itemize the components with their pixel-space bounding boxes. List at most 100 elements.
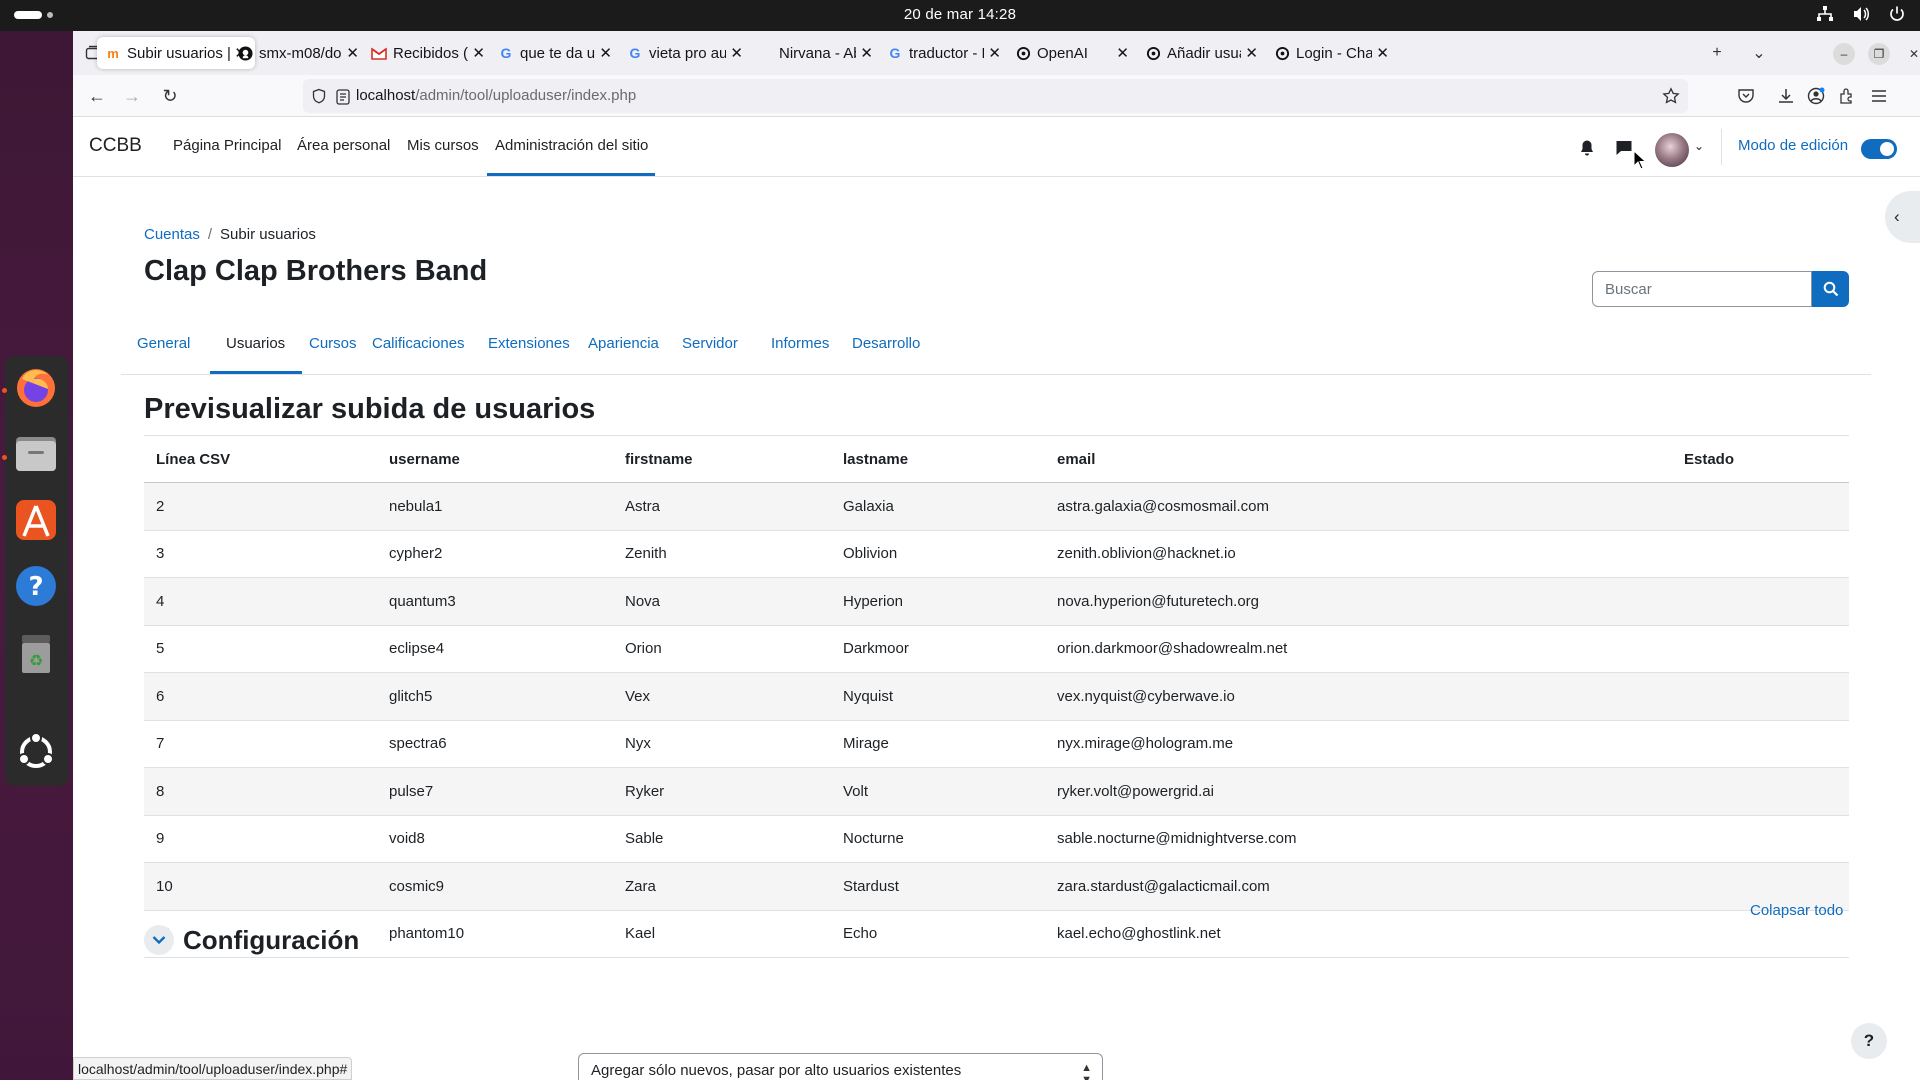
help-icon[interactable]: ? bbox=[14, 564, 58, 608]
tab-cursos[interactable]: Cursos bbox=[309, 335, 357, 352]
page-title: Clap Clap Brothers Band bbox=[144, 255, 488, 287]
cell-email: zenith.oblivion@hacknet.io bbox=[1045, 530, 1672, 578]
table-row: 4 quantum3 Nova Hyperion nova.hyperion@futur… bbox=[144, 577, 1849, 626]
tab-general[interactable]: General bbox=[137, 335, 190, 352]
user-avatar[interactable] bbox=[1655, 133, 1689, 167]
hamburger-menu-icon[interactable] bbox=[1870, 87, 1888, 105]
edit-mode-toggle[interactable] bbox=[1861, 139, 1897, 159]
tab-apariencia[interactable]: Apariencia bbox=[588, 335, 659, 352]
system-clock[interactable]: 20 de mar 14:28 bbox=[0, 6, 1920, 23]
site-brand[interactable]: CCBB bbox=[89, 135, 142, 157]
tab-calificaciones[interactable]: Calificaciones bbox=[372, 335, 465, 352]
tab-title: que te da un a f bbox=[520, 44, 596, 62]
reload-button[interactable]: ↻ bbox=[159, 85, 181, 107]
blank-favicon-icon bbox=[757, 45, 773, 61]
cell-email: ryker.volt@powergrid.ai bbox=[1045, 767, 1672, 816]
browser-tab[interactable]: Nirvana - About✕ bbox=[749, 37, 881, 69]
new-tab-button[interactable]: + bbox=[1707, 43, 1727, 63]
admin-search-input[interactable] bbox=[1592, 271, 1812, 307]
svg-text:?: ? bbox=[28, 572, 43, 602]
cell-lastname: Echo bbox=[831, 910, 1045, 958]
maximize-button[interactable]: ❐ bbox=[1868, 43, 1890, 65]
page-info-icon[interactable] bbox=[336, 89, 350, 105]
browser-tab[interactable]: OpenAI ✕ bbox=[1007, 37, 1137, 69]
upload-type-select[interactable]: Agregar sólo nuevos, pasar por alto usua… bbox=[578, 1053, 1103, 1080]
browser-tab[interactable]: Gvieta pro auricu✕ bbox=[619, 37, 751, 69]
google-icon: G bbox=[889, 45, 901, 61]
tab-informes[interactable]: Informes bbox=[771, 335, 829, 352]
power-icon[interactable] bbox=[1888, 5, 1906, 23]
nav-mis-cursos[interactable]: Mis cursos bbox=[407, 137, 479, 154]
close-tab-icon[interactable]: ✕ bbox=[1376, 44, 1389, 62]
cell-estado bbox=[1672, 625, 1849, 673]
close-tab-icon[interactable]: ✕ bbox=[988, 44, 1001, 62]
tab-extensiones[interactable]: Extensiones bbox=[488, 335, 570, 352]
app-center-icon[interactable] bbox=[14, 498, 58, 542]
tab-servidor[interactable]: Servidor bbox=[682, 335, 738, 352]
tab-title: traductor - Bus bbox=[909, 44, 984, 62]
upload-preview-table: Línea CSV username firstname lastname em… bbox=[144, 435, 1849, 958]
close-tab-icon[interactable]: ✕ bbox=[599, 44, 612, 62]
tab-desarrollo[interactable]: Desarrollo bbox=[852, 335, 920, 352]
forward-button[interactable]: → bbox=[121, 85, 143, 107]
shield-icon[interactable] bbox=[311, 88, 327, 104]
nav-pagina-principal[interactable]: Página Principal bbox=[173, 137, 281, 154]
files-icon[interactable] bbox=[14, 431, 58, 475]
close-tab-icon[interactable]: ✕ bbox=[860, 44, 873, 62]
openai-icon bbox=[1274, 45, 1290, 61]
downloads-icon[interactable] bbox=[1777, 87, 1795, 105]
config-expand-toggle[interactable] bbox=[144, 925, 174, 955]
cell-username: quantum3 bbox=[377, 577, 613, 626]
browser-tab[interactable]: Añadir usuarios✕ bbox=[1137, 37, 1266, 69]
cell-firstname: Vex bbox=[613, 672, 831, 721]
messages-icon[interactable] bbox=[1615, 139, 1633, 157]
network-icon[interactable] bbox=[1816, 5, 1834, 23]
edit-mode-label[interactable]: Modo de edición bbox=[1738, 137, 1848, 154]
section-heading: Previsualizar subida de usuarios bbox=[144, 393, 596, 425]
bookmark-star-icon[interactable] bbox=[1662, 87, 1680, 105]
cell-linea-csv: 9 bbox=[144, 815, 377, 863]
list-tabs-chevron-icon[interactable]: ⌄ bbox=[1749, 43, 1769, 63]
search-button[interactable] bbox=[1812, 271, 1849, 307]
firefox-window: mSubir usuarios | ✕smx-m08/docs/✕Recibid… bbox=[73, 31, 1920, 1080]
cell-estado bbox=[1672, 767, 1849, 816]
address-bar[interactable]: localhost/admin/tool/uploaduser/index.ph… bbox=[303, 79, 1688, 113]
url-host: localhost bbox=[356, 87, 416, 104]
cell-username: cosmic9 bbox=[377, 862, 613, 911]
browser-tab[interactable]: Gque te da un a f✕ bbox=[490, 37, 620, 69]
notifications-bell-icon[interactable] bbox=[1579, 139, 1595, 157]
cell-email: nova.hyperion@futuretech.org bbox=[1045, 577, 1672, 626]
user-menu-chevron-icon[interactable]: ⌄ bbox=[1694, 139, 1704, 153]
url-text[interactable]: localhost/admin/tool/uploaduser/index.ph… bbox=[356, 87, 636, 104]
cell-firstname: Zara bbox=[613, 862, 831, 911]
extensions-icon[interactable] bbox=[1838, 87, 1856, 105]
help-button[interactable]: ? bbox=[1851, 1023, 1887, 1059]
browser-tab[interactable]: Recibidos (269)✕ bbox=[363, 37, 493, 69]
nav-area-personal[interactable]: Área personal bbox=[297, 137, 390, 154]
firefox-icon[interactable] bbox=[14, 365, 58, 409]
tab-usuarios[interactable]: Usuarios bbox=[226, 335, 285, 352]
browser-tab[interactable]: Login - ChatGP✕ bbox=[1266, 37, 1397, 69]
account-icon[interactable] bbox=[1807, 87, 1825, 105]
system-tray[interactable] bbox=[1816, 5, 1906, 23]
close-window-button[interactable]: ✕ bbox=[1903, 43, 1920, 65]
browser-tab[interactable]: smx-m08/docs/✕ bbox=[229, 37, 367, 69]
close-tab-icon[interactable]: ✕ bbox=[472, 44, 485, 62]
minimize-button[interactable]: – bbox=[1833, 43, 1855, 65]
nav-administracion-del-sitio[interactable]: Administración del sitio bbox=[495, 137, 648, 154]
close-tab-icon[interactable]: ✕ bbox=[730, 44, 743, 62]
pocket-icon[interactable] bbox=[1737, 87, 1755, 105]
close-tab-icon[interactable]: ✕ bbox=[346, 44, 359, 62]
cell-firstname: Orion bbox=[613, 625, 831, 673]
close-tab-icon[interactable]: ✕ bbox=[1245, 44, 1258, 62]
block-drawer-toggle[interactable]: ‹ bbox=[1885, 191, 1920, 243]
volume-icon[interactable] bbox=[1852, 5, 1870, 23]
table-row: 9 void8 Sable Nocturne sable.nocturne@midnig… bbox=[144, 815, 1849, 863]
close-tab-icon[interactable]: ✕ bbox=[1116, 44, 1129, 62]
browser-tab[interactable]: Gtraductor - Bus✕ bbox=[879, 37, 1009, 69]
back-button[interactable]: ← bbox=[86, 85, 108, 107]
trash-icon[interactable]: ♻ bbox=[14, 631, 58, 675]
collapse-all-link[interactable]: Colapsar todo bbox=[1750, 902, 1843, 919]
show-apps-icon[interactable] bbox=[14, 730, 58, 774]
breadcrumb-cuentas[interactable]: Cuentas bbox=[144, 226, 200, 243]
